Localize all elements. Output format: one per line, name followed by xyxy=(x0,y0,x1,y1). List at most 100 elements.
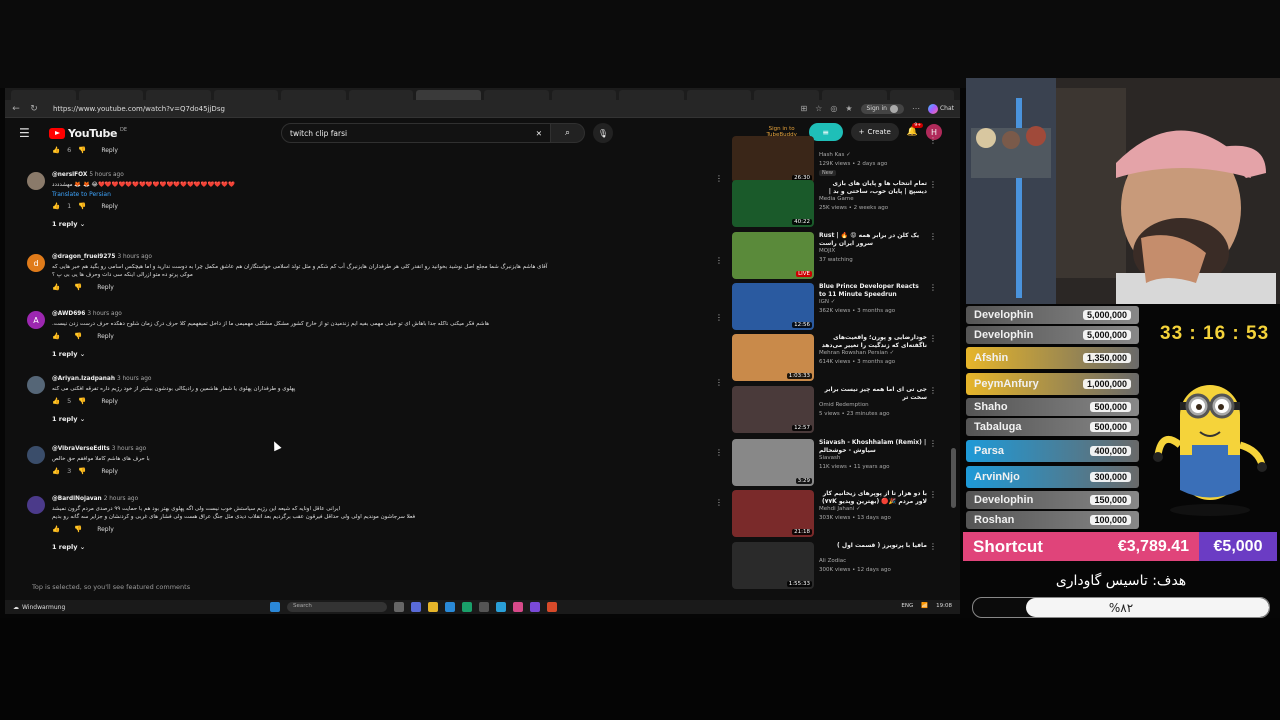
video-menu-icon[interactable]: ⋮ xyxy=(929,136,937,145)
search-button[interactable]: ⌕ xyxy=(551,123,585,143)
video-title[interactable]: خودارضایی و پورن؛ واقعیت‌های ناگفته‌ای ک… xyxy=(819,334,927,349)
comment-author[interactable]: @VibraVerseEdits xyxy=(52,446,110,452)
reply-button[interactable]: Reply xyxy=(101,398,118,405)
video-thumbnail[interactable]: 3:29 xyxy=(732,439,814,486)
comment-avatar[interactable]: d xyxy=(27,254,45,272)
video-channel[interactable]: MOJIX xyxy=(819,248,835,254)
back-icon[interactable]: ← xyxy=(11,104,21,114)
browser-tab[interactable] xyxy=(281,90,346,100)
url-field[interactable]: https://www.youtube.com/watch?v=Q7do45jj… xyxy=(53,105,225,113)
video-title[interactable]: جی تی ای اما همه چیز نیست برابر سخت تر xyxy=(819,386,927,401)
search-input[interactable]: twitch clip farsi ✕ xyxy=(281,123,551,143)
dislike-icon[interactable]: 👎 xyxy=(78,397,86,405)
comment-menu-icon[interactable]: ⋮ xyxy=(715,174,723,183)
task-view-icon[interactable] xyxy=(394,602,404,612)
copilot-chat-button[interactable]: Chat xyxy=(927,103,954,114)
video-menu-icon[interactable]: ⋮ xyxy=(929,283,937,292)
comment-author[interactable]: @Ariyan.Izadpanah xyxy=(52,376,115,382)
like-icon[interactable]: 👍 xyxy=(52,332,60,340)
video-thumbnail[interactable]: 1:55:33 xyxy=(732,542,814,589)
language-indicator[interactable]: ENG xyxy=(901,603,913,609)
chrome-icon[interactable] xyxy=(547,602,557,612)
video-channel[interactable]: Mehran Rowshan Persian ✓ xyxy=(819,350,894,356)
windows-start-icon[interactable] xyxy=(270,602,280,612)
video-title[interactable]: Rust | 🔥 😡 یک کلن در برابر همه سرور ایرا… xyxy=(819,232,927,247)
extensions-icon[interactable]: ⊞ xyxy=(800,104,807,113)
browser-tab[interactable] xyxy=(889,90,955,100)
video-thumbnail[interactable]: 12:57 xyxy=(732,386,814,433)
reply-button[interactable]: Reply xyxy=(101,147,118,154)
vpn-icon[interactable]: ◎ xyxy=(830,104,837,113)
related-video[interactable]: 1:03:33 خودارضایی و پورن؛ واقعیت‌های ناگف… xyxy=(732,334,957,382)
comment-menu-icon[interactable]: ⋮ xyxy=(715,256,723,265)
video-menu-icon[interactable]: ⋮ xyxy=(929,542,937,551)
dislike-icon[interactable]: 👎 xyxy=(74,283,82,291)
comment-time[interactable]: 3 hours ago xyxy=(117,254,151,260)
video-channel[interactable]: Omid Redemption xyxy=(819,402,869,408)
video-menu-icon[interactable]: ⋮ xyxy=(929,334,937,343)
obs-icon[interactable] xyxy=(479,602,489,612)
youtube-logo[interactable]: YouTube DE xyxy=(49,127,127,140)
page-scrollbar[interactable] xyxy=(951,448,956,508)
browser-tab[interactable] xyxy=(416,90,482,100)
dislike-icon[interactable]: 👎 xyxy=(78,467,86,475)
view-replies-button[interactable]: 1 reply ⌄ xyxy=(52,350,727,358)
store-icon[interactable] xyxy=(445,602,455,612)
comment-time[interactable]: 3 hours ago xyxy=(112,446,146,452)
video-menu-icon[interactable]: ⋮ xyxy=(929,232,937,241)
taskbar-clock[interactable]: 19:08 xyxy=(936,603,952,609)
video-menu-icon[interactable]: ⋮ xyxy=(929,180,937,189)
voice-search-button[interactable]: 🎙 xyxy=(593,123,613,143)
video-thumbnail[interactable]: 12:56 xyxy=(732,283,814,330)
like-icon[interactable]: 👍 xyxy=(52,467,60,475)
discord-icon[interactable] xyxy=(530,602,540,612)
more-icon[interactable]: ⋯ xyxy=(912,104,920,113)
widgets-button[interactable]: ☁ Windwarmung xyxy=(13,604,65,611)
video-thumbnail[interactable]: 1:03:33 xyxy=(732,334,814,381)
telegram-icon[interactable] xyxy=(496,602,506,612)
related-video[interactable]: 40:22 تمام انتخاب ها و پایان های بازی دیس… xyxy=(732,180,957,228)
comment-menu-icon[interactable]: ⋮ xyxy=(715,313,723,322)
browser-tab[interactable] xyxy=(686,90,752,100)
favorites-icon[interactable]: ★ xyxy=(845,104,852,113)
like-icon[interactable]: 👍 xyxy=(52,146,60,154)
related-video[interactable]: LIVE Rust | 🔥 😡 یک کلن در برابر همه سرور … xyxy=(732,232,957,280)
reply-button[interactable]: Reply xyxy=(101,468,118,475)
related-video[interactable]: 1:55:33 مافیا با پرتویرز ( قسمت اول ) Ali … xyxy=(732,542,957,590)
video-title[interactable]: مافیا با پرتویرز ( قسمت اول ) xyxy=(819,542,927,550)
browser-tab[interactable] xyxy=(484,90,549,100)
view-replies-button[interactable]: 1 reply ⌄ xyxy=(52,220,727,228)
view-replies-button[interactable]: 1 reply ⌄ xyxy=(52,415,727,423)
related-video[interactable]: 3:29 Siavash - Khoshhalam (Remix) | سیاوش… xyxy=(732,439,957,487)
browser-tab[interactable] xyxy=(551,90,617,100)
comment-time[interactable]: 5 hours ago xyxy=(89,172,123,178)
browser-tab[interactable] xyxy=(146,90,211,100)
reply-button[interactable]: Reply xyxy=(97,284,114,291)
browser-tab[interactable] xyxy=(213,90,279,100)
reload-icon[interactable]: ↻ xyxy=(29,104,39,114)
comment-author[interactable]: @BardiNojavan xyxy=(52,496,102,502)
dislike-icon[interactable]: 👎 xyxy=(78,146,86,154)
video-channel[interactable]: Siavash xyxy=(819,455,840,461)
like-icon[interactable]: 👍 xyxy=(52,525,60,533)
browser-tab[interactable] xyxy=(348,90,414,100)
related-video[interactable]: 12:56 Blue Prince Developer Reacts to 11 … xyxy=(732,283,957,331)
comment-avatar[interactable] xyxy=(27,376,45,394)
edge-icon[interactable] xyxy=(462,602,472,612)
comment-author[interactable]: @dragon_fruei9275 xyxy=(52,254,115,260)
video-channel[interactable]: Mehdi Jahani ✓ xyxy=(819,506,861,512)
video-thumbnail[interactable]: 26:30 xyxy=(732,136,814,183)
comment-avatar[interactable] xyxy=(27,446,45,464)
file-explorer-icon[interactable] xyxy=(428,602,438,612)
like-icon[interactable]: 👍 xyxy=(52,397,60,405)
browser-tab[interactable] xyxy=(619,90,684,100)
video-title[interactable]: Siavash - Khoshhalam (Remix) | سیاوش - خ… xyxy=(819,439,927,454)
translate-link[interactable]: Translate to Persian xyxy=(52,191,727,198)
video-thumbnail[interactable]: 40:22 xyxy=(732,180,814,227)
video-channel[interactable]: Hash Kas ✓ xyxy=(819,152,851,158)
video-menu-icon[interactable]: ⋮ xyxy=(929,439,937,448)
video-menu-icon[interactable]: ⋮ xyxy=(929,490,937,499)
video-title[interactable]: با دو هزار تا از پوپرهای زیخانیم کار لاو… xyxy=(819,490,927,505)
video-channel[interactable]: Ali Zodiac xyxy=(819,558,846,564)
video-thumbnail[interactable]: 21:18 xyxy=(732,490,814,537)
